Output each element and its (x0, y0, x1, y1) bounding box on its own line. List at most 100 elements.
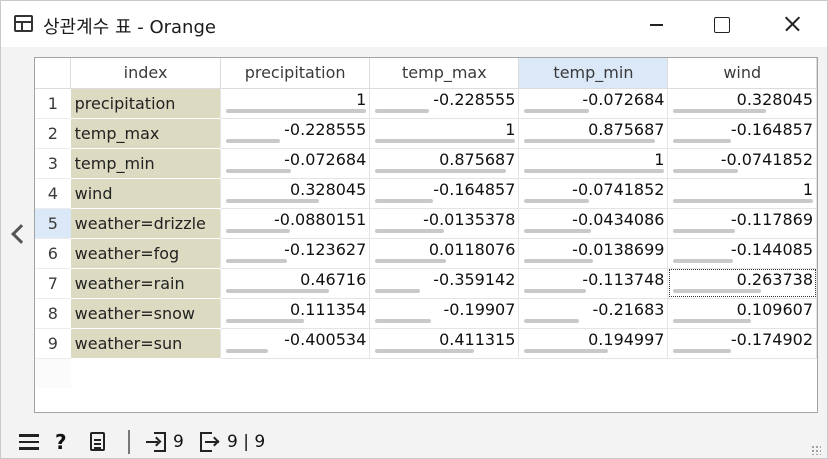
table-cell[interactable]: -0.0135378 (369, 208, 520, 239)
cell-value: -0.0741852 (720, 149, 813, 169)
table-row[interactable]: 5 weather=drizzle -0.0880151 -0.0135378 -0.0… (35, 208, 817, 239)
table-cell[interactable]: -0.0741852 (518, 178, 669, 209)
table-row[interactable]: 2 temp_max -0.228555 1 0.875687 -0.164857 (35, 118, 817, 149)
table-row[interactable]: 9 weather=sun -0.400534 0.411315 0.194997 -0.… (35, 328, 817, 359)
cell-value: -0.0135378 (423, 209, 516, 229)
table-cell[interactable]: 1 (220, 88, 371, 119)
row-number[interactable]: 9 (35, 328, 71, 359)
table-cell[interactable]: 0.328045 (220, 178, 371, 209)
cell-value: -0.228555 (284, 119, 367, 139)
row-label[interactable]: weather=fog (70, 238, 221, 269)
table-row[interactable]: 8 weather=snow 0.111354 -0.19907 -0.21683 0.1… (35, 298, 817, 329)
table-cell[interactable]: -0.0880151 (220, 208, 371, 239)
correlation-grid[interactable]: index precipitation temp_max temp_min wind 1… (35, 58, 817, 388)
table-cell[interactable]: -0.144085 (667, 238, 817, 269)
table-cell[interactable]: -0.228555 (369, 88, 520, 119)
table-app-icon (14, 15, 33, 32)
cell-value: -0.0741852 (572, 179, 665, 199)
cell-value: -0.174902 (730, 329, 813, 349)
row-number[interactable]: 2 (35, 118, 71, 149)
row-label[interactable]: weather=snow (70, 298, 221, 329)
cell-value: 0.411315 (439, 329, 516, 349)
status-separator (128, 430, 130, 454)
row-label[interactable]: weather=drizzle (70, 208, 221, 239)
cell-value: -0.072684 (284, 149, 367, 169)
table-cell[interactable]: 0.111354 (220, 298, 371, 329)
table-row[interactable]: 7 weather=rain 0.46716 -0.359142 -0.113748 0.… (35, 268, 817, 299)
row-label[interactable]: weather=sun (70, 328, 221, 359)
column-header-temp-min[interactable]: temp_min (518, 58, 669, 89)
row-number[interactable]: 3 (35, 148, 71, 179)
table-row[interactable]: 3 temp_min -0.072684 0.875687 1 -0.0741852 (35, 148, 817, 179)
table-cell[interactable]: 1 (518, 148, 669, 179)
table-cell[interactable]: -0.113748 (518, 268, 669, 299)
value-bar (673, 228, 736, 233)
table-cell[interactable]: -0.117869 (667, 208, 817, 239)
table-cell[interactable]: 0.46716 (220, 268, 371, 299)
table-cell[interactable]: -0.0741852 (667, 148, 817, 179)
column-header-precipitation[interactable]: precipitation (220, 58, 371, 89)
table-cell[interactable]: -0.072684 (518, 88, 669, 119)
row-label[interactable]: temp_min (70, 148, 221, 179)
table-cell[interactable]: 0.0118076 (369, 238, 520, 269)
table-row[interactable]: 4 wind 0.328045 -0.164857 -0.0741852 1 (35, 178, 817, 209)
help-icon[interactable]: ? (55, 425, 67, 459)
collapse-panel-chevron-icon[interactable] (10, 223, 24, 245)
row-label[interactable]: temp_max (70, 118, 221, 149)
row-number[interactable]: 7 (35, 268, 71, 299)
resize-grip-icon[interactable] (811, 445, 821, 455)
title-bar: 상관계수 표 - Orange (1, 1, 827, 47)
table-cell[interactable]: -0.0138699 (518, 238, 669, 269)
table-cell[interactable]: -0.072684 (220, 148, 371, 179)
row-label[interactable]: wind (70, 178, 221, 209)
cell-value: 0.194997 (588, 329, 665, 349)
table-row[interactable]: 1 precipitation 1 -0.228555 -0.072684 0.32804… (35, 88, 817, 119)
table-row[interactable]: 6 weather=fog -0.123627 0.0118076 -0.0138699… (35, 238, 817, 269)
table-cell[interactable]: 0.194997 (518, 328, 669, 359)
cell-value: 1 (802, 179, 813, 199)
cell-value: 0.0118076 (428, 239, 516, 259)
cell-value: -0.19907 (443, 299, 516, 319)
table-cell[interactable]: -0.228555 (220, 118, 371, 149)
table-cell[interactable]: -0.400534 (220, 328, 371, 359)
row-label[interactable]: precipitation (70, 88, 221, 119)
column-header-wind[interactable]: wind (667, 58, 817, 89)
cell-value: -0.359142 (433, 269, 516, 289)
row-number[interactable]: 1 (35, 88, 71, 119)
table-cell[interactable]: -0.164857 (369, 178, 520, 209)
table-cell[interactable]: -0.123627 (220, 238, 371, 269)
status-bar: ? 9 9 | 9 (1, 425, 827, 459)
input-count: 9 (173, 432, 184, 452)
table-cell[interactable]: 0.875687 (369, 148, 520, 179)
table-cell[interactable]: 0.109607 (667, 298, 817, 329)
report-document-icon[interactable] (90, 432, 105, 451)
table-cell[interactable]: 0.328045 (667, 88, 817, 119)
value-bar (225, 348, 268, 353)
table-cell[interactable]: -0.359142 (369, 268, 520, 299)
column-header-index[interactable]: index (70, 58, 221, 89)
cell-value: -0.072684 (582, 89, 665, 109)
table-cell[interactable]: 1 (667, 178, 817, 209)
table-cell[interactable]: 1 (369, 118, 520, 149)
close-button[interactable] (769, 1, 815, 47)
minimize-button[interactable] (633, 1, 679, 47)
value-bar (524, 318, 580, 323)
row-number[interactable]: 4 (35, 178, 71, 209)
column-header-temp-max[interactable]: temp_max (369, 58, 520, 89)
corner-cell[interactable] (35, 58, 72, 89)
table-cell[interactable]: 0.263738 (667, 268, 817, 299)
table-cell[interactable]: -0.21683 (518, 298, 669, 329)
table-cell[interactable]: -0.19907 (369, 298, 520, 329)
table-cell[interactable]: 0.411315 (369, 328, 520, 359)
table-cell[interactable]: -0.174902 (667, 328, 817, 359)
row-number[interactable]: 5 (35, 208, 71, 239)
table-cell[interactable]: -0.164857 (667, 118, 817, 149)
maximize-button[interactable] (698, 1, 744, 47)
hamburger-menu-icon[interactable] (19, 434, 39, 450)
row-label[interactable]: weather=rain (70, 268, 221, 299)
table-cell[interactable]: -0.0434086 (518, 208, 669, 239)
row-number[interactable]: 6 (35, 238, 71, 269)
row-number[interactable]: 8 (35, 298, 71, 329)
table-cell[interactable]: 0.875687 (518, 118, 669, 149)
data-table[interactable]: index precipitation temp_max temp_min wind 1… (34, 57, 818, 413)
